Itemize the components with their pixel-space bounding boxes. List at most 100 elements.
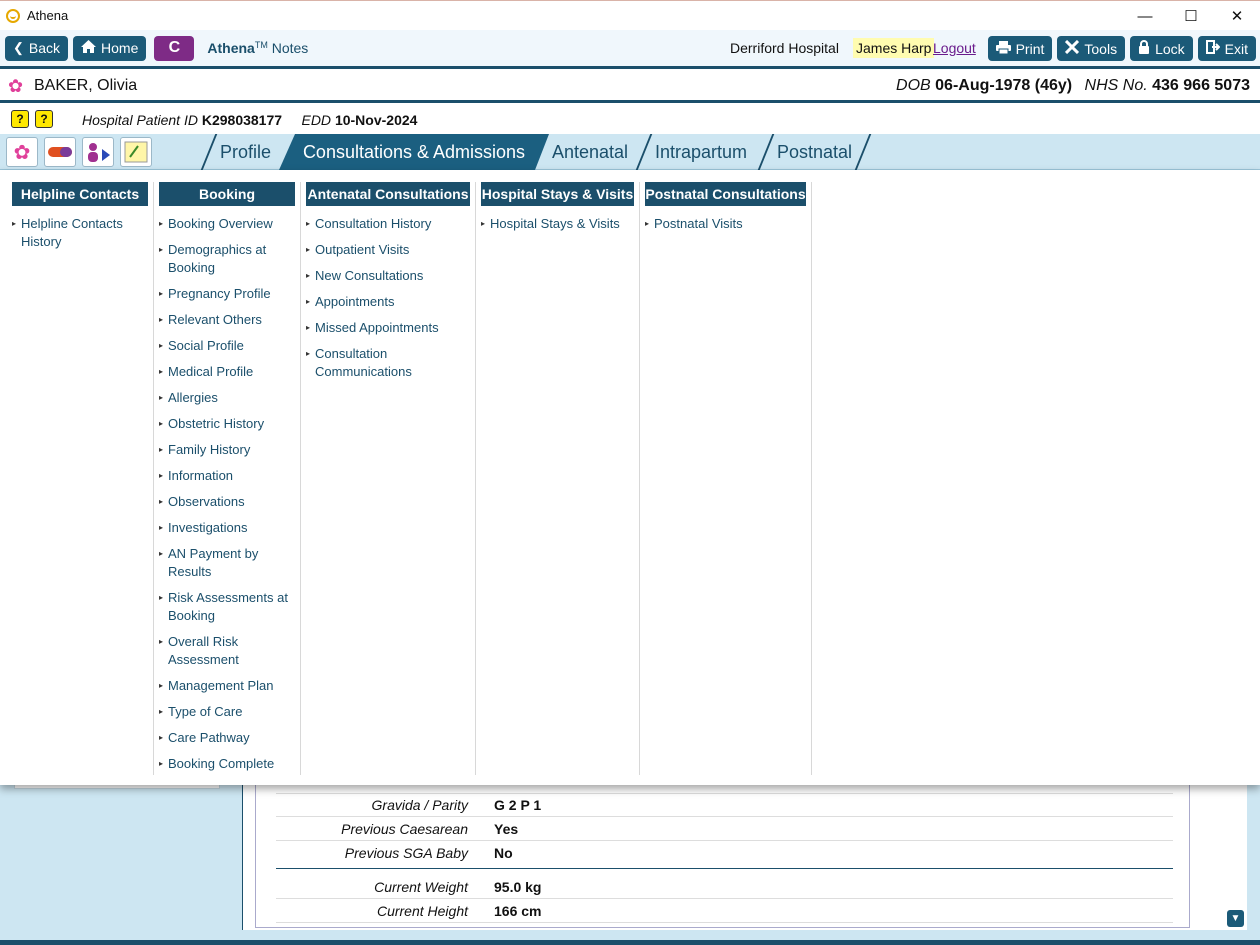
edd-label: EDD <box>301 112 332 128</box>
brand-suffix: Notes <box>267 40 309 56</box>
window-title: Athena <box>27 8 69 23</box>
back-button[interactable]: ❮ Back <box>5 35 69 61</box>
menu-item[interactable]: Booking Overview <box>159 215 295 233</box>
print-button[interactable]: Print <box>987 36 1053 61</box>
menu-heading: Helpline Contacts <box>12 182 148 206</box>
minimize-button[interactable]: — <box>1122 1 1168 31</box>
logout-link[interactable]: Logout <box>933 40 976 56</box>
tools-button[interactable]: Tools <box>1057 36 1126 61</box>
scroll-down-button[interactable]: ▼ <box>1227 910 1244 927</box>
table-row: Current Height 166 cm <box>276 899 1173 923</box>
main-toolbar: ❮ Back Home C AthenaTM Notes Derriford H… <box>0 30 1260 69</box>
patient-banner: ✿ BAKER, Olivia DOB 06-Aug-1978 (46y) NH… <box>0 69 1260 103</box>
menu-list: Helpline Contacts History <box>12 215 148 251</box>
tab-divider <box>757 134 775 170</box>
tab-divider <box>635 134 653 170</box>
nhs-value: 436 966 5073 <box>1152 77 1250 94</box>
tab-consultations-admissions[interactable]: Consultations & Admissions <box>279 134 549 170</box>
flower-icon: ✿ <box>8 76 24 96</box>
tab-intrapartum[interactable]: Intrapartum <box>655 134 747 170</box>
row-label: Previous SGA Baby <box>344 845 468 861</box>
menu-item[interactable]: Outpatient Visits <box>306 241 470 259</box>
question-list-icon[interactable]: ? <box>11 110 29 128</box>
patient-name: BAKER, Olivia <box>34 77 138 94</box>
menu-item[interactable]: Social Profile <box>159 337 295 355</box>
current-user: James Harp <box>853 38 935 58</box>
menu-item[interactable]: Consultation History <box>306 215 470 233</box>
menu-item[interactable]: Investigations <box>159 519 295 537</box>
menu-item[interactable]: Hospital Stays & Visits <box>481 215 634 233</box>
menu-item[interactable]: Helpline Contacts History <box>12 215 148 251</box>
hpid-value: K298038177 <box>201 112 283 128</box>
menu-item[interactable]: Overall Risk Assessment <box>159 633 295 669</box>
hospital-name: Derriford Hospital <box>730 40 839 56</box>
title-bar: Athena — ☐ ✕ <box>0 0 1260 30</box>
exit-icon <box>1205 40 1221 57</box>
menu-item[interactable]: Observations <box>159 493 295 511</box>
menu-heading: Postnatal Consultations <box>645 182 806 206</box>
tools-label: Tools <box>1084 40 1118 57</box>
app-brand: AthenaTM Notes <box>207 40 308 56</box>
menu-item[interactable]: Care Pathway <box>159 729 295 747</box>
maximize-button[interactable]: ☐ <box>1168 1 1214 31</box>
exit-label: Exit <box>1224 40 1248 57</box>
menu-item[interactable]: Allergies <box>159 389 295 407</box>
menu-item[interactable]: Appointments <box>306 293 470 311</box>
menu-item[interactable]: Booking Complete <box>159 755 295 773</box>
table-row: Current Weight 95.0 kg <box>276 875 1173 899</box>
menu-item[interactable]: Family History <box>159 441 295 459</box>
table-row: Gravida / Parity G 2 P 1 <box>276 793 1173 817</box>
lock-icon <box>1138 40 1150 57</box>
notes-icon[interactable] <box>120 137 152 167</box>
menu-list: Booking Overview Demographics at Booking P… <box>159 215 295 773</box>
bottom-border <box>0 940 1260 945</box>
home-button[interactable]: Home <box>73 35 147 61</box>
menu-item[interactable]: Type of Care <box>159 703 295 721</box>
table-row: Previous SGA Baby No <box>276 841 1173 869</box>
summary-panel: Gravida / Parity G 2 P 1 Previous Caesar… <box>255 785 1190 928</box>
column-divider <box>639 182 640 775</box>
table-row: Previous Caesarean Yes <box>276 817 1173 841</box>
menu-item[interactable]: Relevant Others <box>159 311 295 329</box>
menu-item[interactable]: Obstetric History <box>159 415 295 433</box>
menu-item[interactable]: Consultation Communications <box>306 345 470 381</box>
menu-item[interactable]: Risk Assessments at Booking <box>159 589 295 625</box>
help-icon[interactable]: ? <box>35 110 53 128</box>
lock-button[interactable]: Lock <box>1130 36 1193 61</box>
menu-item[interactable]: Postnatal Visits <box>645 215 806 233</box>
row-label: Current Weight <box>374 879 468 895</box>
menu-item[interactable]: Management Plan <box>159 677 295 695</box>
column-divider <box>153 182 154 775</box>
menu-item[interactable]: New Consultations <box>306 267 470 285</box>
capsule-icon <box>48 147 72 157</box>
menu-item[interactable]: Demographics at Booking <box>159 241 295 277</box>
tab-antenatal[interactable]: Antenatal <box>552 134 628 170</box>
menu-item[interactable]: Medical Profile <box>159 363 295 381</box>
menu-heading: Hospital Stays & Visits <box>481 182 634 206</box>
note-icon <box>124 141 148 163</box>
menu-item[interactable]: AN Payment by Results <box>159 545 295 581</box>
close-window-button[interactable]: ✕ <box>1214 1 1260 31</box>
baby-icon[interactable] <box>82 137 114 167</box>
tab-divider <box>200 134 218 170</box>
menu-list: Consultation History Outpatient Visits New… <box>306 215 470 381</box>
consultations-dropdown-menu: Helpline Contacts Helpline Contacts Hist… <box>0 170 1260 785</box>
mother-baby-icon <box>88 143 110 162</box>
row-label: Gravida / Parity <box>371 797 468 813</box>
tab-postnatal[interactable]: Postnatal <box>777 134 852 170</box>
tab-profile[interactable]: Profile <box>220 134 271 170</box>
menu-item[interactable]: Pregnancy Profile <box>159 285 295 303</box>
menu-column-helpline: Helpline Contacts Helpline Contacts Hist… <box>12 182 148 775</box>
menu-column-postnatal: Postnatal Consultations Postnatal Visits <box>645 182 806 775</box>
patient-ids: Hospital Patient ID K298038177 EDD 10-No… <box>82 112 417 128</box>
exit-button[interactable]: Exit <box>1197 36 1256 61</box>
c-button[interactable]: C <box>154 35 195 61</box>
menu-item[interactable]: Information <box>159 467 295 485</box>
flower-tool-icon[interactable]: ✿ <box>6 137 38 167</box>
print-label: Print <box>1015 40 1045 57</box>
menu-item[interactable]: Missed Appointments <box>306 319 470 337</box>
flower-icon-glyph: ✿ <box>13 141 31 164</box>
dob-value: 06-Aug-1978 (46y) <box>935 77 1073 94</box>
medication-icon[interactable] <box>44 137 76 167</box>
home-label: Home <box>101 40 139 56</box>
